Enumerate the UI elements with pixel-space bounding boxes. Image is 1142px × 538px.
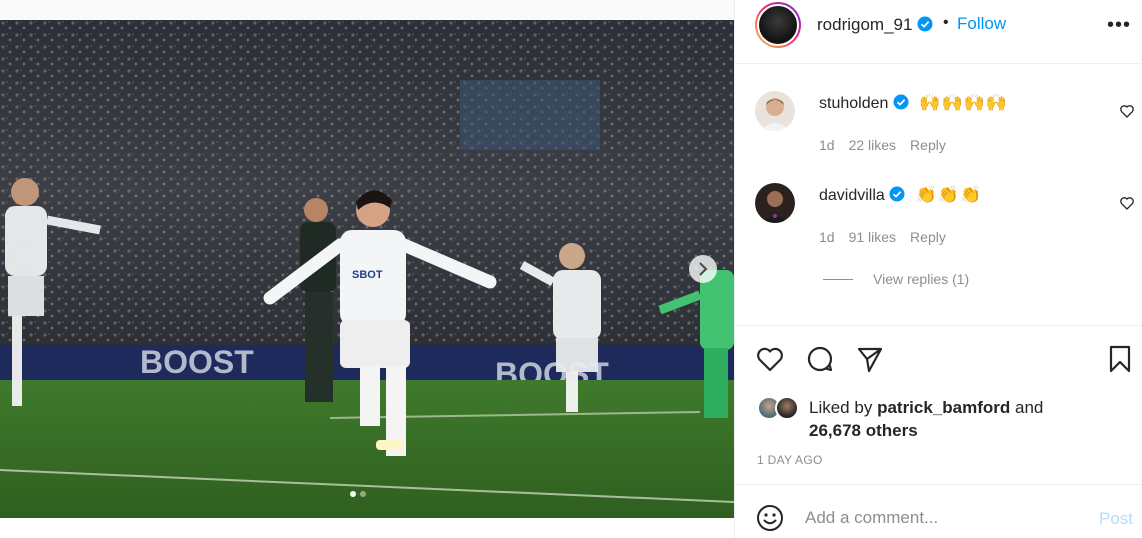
next-slide-button[interactable] [689,255,717,283]
comment-avatar[interactable] [755,91,795,131]
liked-by-user[interactable]: patrick_bamford [877,398,1010,417]
verified-badge-icon [893,94,909,110]
svg-text:BOOST: BOOST [140,344,254,380]
view-replies-line [823,278,853,280]
comment-text: 👏👏👏 [915,185,983,204]
verified-badge-icon [917,16,933,32]
add-comment-input[interactable] [805,505,1085,531]
liked-by-text: Liked by patrick_bamford and 26,678 othe… [809,396,1129,442]
author-username[interactable]: rodrigom_91 [817,15,933,35]
comment-bubble-icon[interactable] [805,344,835,374]
view-replies-label[interactable]: View replies (1) [873,271,969,287]
chevron-right-icon [699,262,708,276]
comment-age: 1d [819,229,835,245]
save-bookmark-icon[interactable] [1105,344,1135,374]
verified-badge-icon [889,186,905,202]
header-separator: • [943,14,949,31]
carousel-dot-active [350,491,356,497]
svg-text:SBOT: SBOT [352,269,383,281]
emoji-smiley-icon[interactable] [755,503,785,533]
like-heart-icon[interactable] [755,344,785,374]
more-options-icon[interactable]: ••• [1107,14,1131,37]
comment-age: 1d [819,137,835,153]
comment-username[interactable]: stuholden [819,95,888,112]
follow-button[interactable]: Follow [957,14,1006,34]
liked-avatar [775,396,799,420]
comment-like-heart-icon[interactable] [1119,103,1135,119]
liked-by-avatars[interactable] [757,396,801,422]
share-send-icon[interactable] [855,344,885,374]
comment-like-heart-icon[interactable] [1119,195,1135,211]
post-header: rodrigom_91 • Follow ••• [735,0,1142,64]
post-comment-button[interactable]: Post [1099,509,1133,529]
post-side-panel: rodrigom_91 • Follow ••• stuholden 🙌🙌🙌🙌 … [734,0,1142,538]
carousel-dot [360,491,366,497]
add-comment-bar: Post [735,484,1142,538]
comment-user-line: stuholden 🙌🙌🙌🙌 [819,93,1008,113]
post-time-ago[interactable]: 1 DAY AGO [757,453,823,467]
comment-text: 🙌🙌🙌🙌 [919,93,1008,112]
author-username-text[interactable]: rodrigom_91 [817,15,912,34]
comment-meta: 1d 22 likes Reply [819,137,946,153]
comment-meta: 1d 91 likes Reply [819,229,946,245]
comment-likes[interactable]: 91 likes [849,229,896,245]
comment-reply-button[interactable]: Reply [910,137,946,153]
comments-list[interactable]: stuholden 🙌🙌🙌🙌 1d 22 likes Reply davidvi… [735,65,1142,325]
comment-username[interactable]: davidvilla [819,187,885,204]
view-replies-button[interactable]: View replies (1) [823,271,969,287]
post-photo: BOOST BOOST SBOT [0,20,734,518]
comment-user-line: davidvilla 👏👏👏 [819,185,982,205]
comment-likes[interactable]: 22 likes [849,137,896,153]
liked-by-prefix: Liked by [809,398,873,417]
comment-avatar[interactable] [755,183,795,223]
carousel-indicator [350,491,366,497]
post-actions: Liked by patrick_bamford and 26,678 othe… [735,325,1142,485]
liked-by-others[interactable]: 26,678 others [809,421,918,440]
post-container: BOOST BOOST SBOT rodrigom_91 • Follow ••… [0,0,1142,538]
author-avatar[interactable] [755,2,801,48]
comment-reply-button[interactable]: Reply [910,229,946,245]
post-media[interactable]: BOOST BOOST SBOT [0,20,734,518]
liked-by-connector: and [1015,398,1044,417]
